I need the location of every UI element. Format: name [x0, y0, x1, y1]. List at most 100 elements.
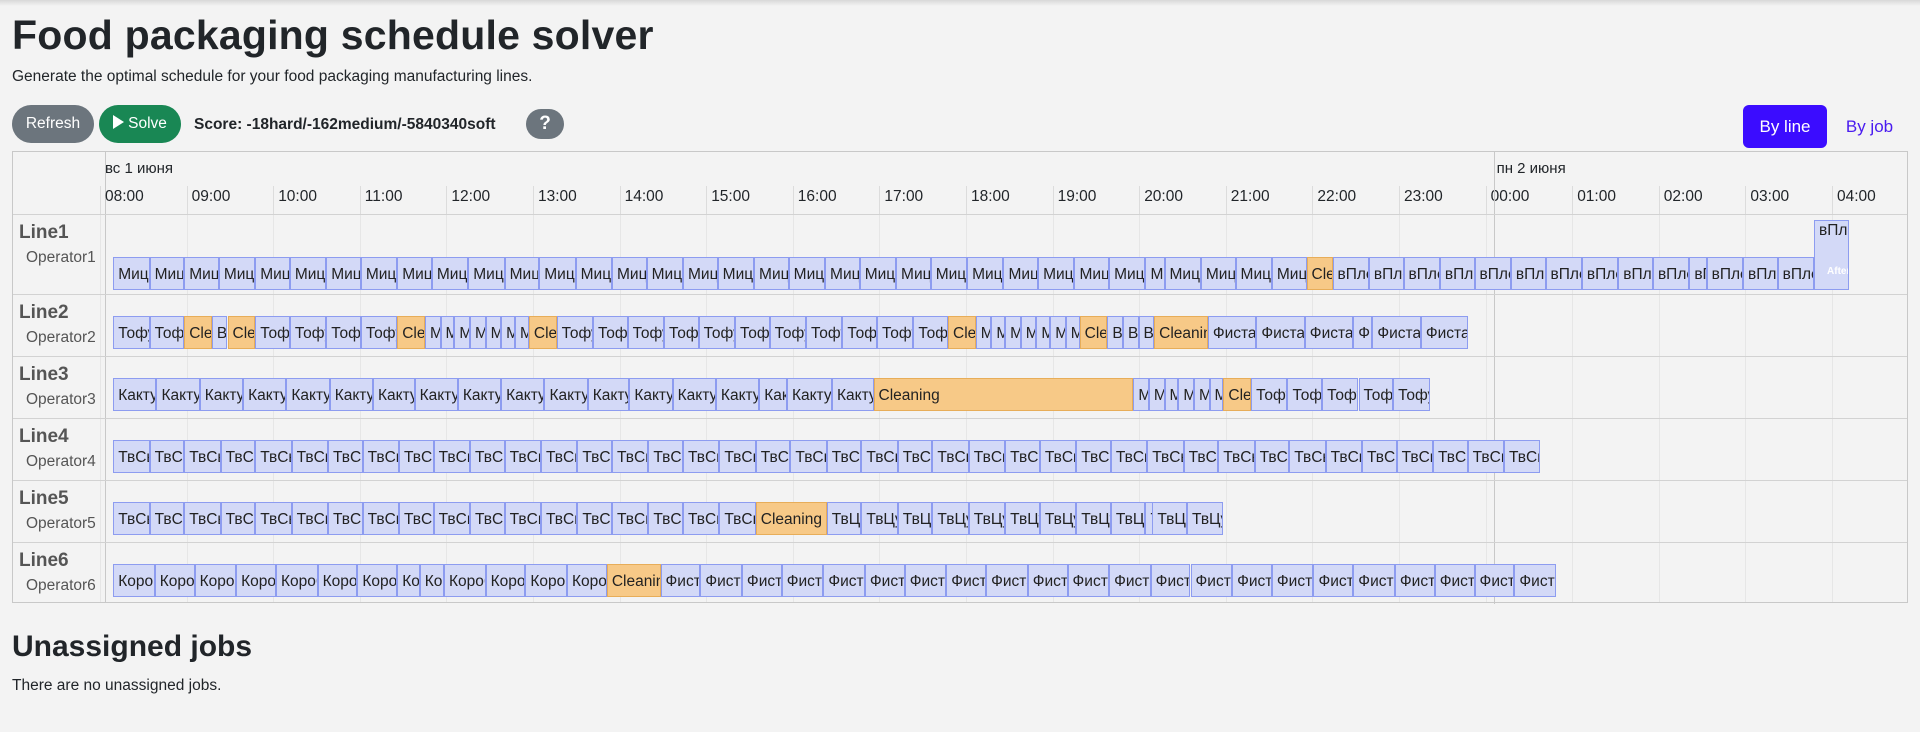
job-block[interactable]: Тофу	[326, 316, 361, 349]
refresh-button[interactable]: Refresh	[12, 105, 94, 143]
job-block[interactable]: Мёд	[1036, 316, 1051, 349]
job-block[interactable]: ТвСыр	[113, 440, 150, 473]
job-block[interactable]: Тофу	[255, 316, 290, 349]
job-block[interactable]: Кактус	[286, 378, 330, 411]
job-block[interactable]: вПлёнке	[1689, 257, 1707, 290]
job-block[interactable]: Мицелий	[360, 257, 398, 290]
job-block[interactable]: ТвСыр	[255, 502, 292, 535]
job-block[interactable]: Мицелий	[646, 257, 683, 290]
job-block[interactable]: Мицелий	[683, 257, 718, 290]
job-block[interactable]: Тофу	[592, 316, 628, 349]
job-block[interactable]: Мицелий	[859, 257, 897, 290]
tab-by-line[interactable]: By line	[1743, 105, 1827, 148]
job-block[interactable]: Мицелий	[113, 257, 150, 290]
job-block[interactable]: Мицелий	[1074, 257, 1110, 290]
job-block[interactable]: ТвЦук	[968, 502, 1006, 535]
job-block[interactable]: Мицелий	[967, 257, 1004, 290]
job-block[interactable]: ТвСыр	[1361, 440, 1397, 473]
job-block[interactable]: Короб	[397, 564, 420, 597]
job-block[interactable]: Короб	[317, 564, 358, 597]
job-block[interactable]: Фисташка	[1372, 316, 1421, 349]
job-block[interactable]: Мицелий	[255, 257, 290, 290]
job-block[interactable]: вПлёнке	[1618, 257, 1653, 290]
job-block[interactable]: Тофу	[360, 316, 398, 349]
job-block[interactable]: Фисташка	[781, 564, 824, 597]
job-block[interactable]: вПлёнке	[1332, 257, 1369, 290]
job-block[interactable]: Мицелий	[930, 257, 968, 290]
job-block[interactable]: Кактус	[329, 378, 373, 411]
job-block[interactable]: Мёд	[975, 316, 992, 349]
job-block[interactable]: ТвСыр	[577, 502, 612, 535]
job-block[interactable]: Тофу	[1393, 378, 1430, 411]
job-block[interactable]: ТвСыр	[433, 440, 470, 473]
job-block[interactable]: ТвЦук	[1076, 502, 1111, 535]
job-block[interactable]: Короб	[194, 564, 237, 597]
job-block[interactable]: Тофу	[289, 316, 327, 349]
job-block[interactable]: Тофу	[698, 316, 735, 349]
job-block[interactable]: ТвСыр	[1005, 440, 1040, 473]
job-block[interactable]: ТвСыр	[1396, 440, 1433, 473]
job-block[interactable]: Кактус	[414, 378, 458, 411]
job-block[interactable]: ТвСыр	[433, 502, 470, 535]
job-block[interactable]: вПлёнке After	[1814, 220, 1849, 290]
job-block[interactable]: Короб	[525, 564, 567, 597]
help-button[interactable]: ?	[526, 109, 564, 139]
job-block[interactable]: ТвЦук	[861, 502, 898, 535]
job-block[interactable]: ТвСыр	[504, 440, 541, 473]
job-block[interactable]: Тофу	[842, 316, 877, 349]
job-block[interactable]: вПлёнке	[1652, 257, 1690, 290]
job-block[interactable]: Фисташка	[1067, 564, 1110, 597]
job-block[interactable]: Фисташка	[1434, 564, 1475, 597]
job-block[interactable]: Мицелий	[218, 257, 256, 290]
job-block[interactable]: Тофу	[1287, 378, 1323, 411]
tab-by-job[interactable]: By job	[1843, 105, 1896, 148]
job-block[interactable]: Мицелий	[788, 257, 826, 290]
job-block[interactable]: Мёд	[469, 316, 486, 349]
job-block[interactable]: ТвСыр	[291, 440, 328, 473]
job-block[interactable]: вПлёнке	[1439, 257, 1475, 290]
job-block[interactable]: Фисташка	[1150, 564, 1191, 597]
job-block[interactable]: ТвЦук	[1005, 502, 1040, 535]
job-block[interactable]: ТвСыр	[184, 502, 221, 535]
job-block[interactable]: Фисташка	[1190, 564, 1233, 597]
job-block[interactable]: ТвСыр	[398, 502, 434, 535]
job-block[interactable]: Мицелий	[504, 257, 540, 290]
job-block[interactable]: ТвСыр	[1254, 440, 1290, 473]
job-block[interactable]: ТвЦук	[1187, 502, 1224, 535]
job-block[interactable]: Кактус	[629, 378, 673, 411]
job-block[interactable]: Тофу	[627, 316, 664, 349]
job-block[interactable]: ТвСыр	[1432, 440, 1468, 473]
job-block[interactable]: ТвСыр	[1325, 440, 1362, 473]
job-block[interactable]: ТвЦук	[932, 502, 969, 535]
job-block[interactable]: Кактус	[587, 378, 630, 411]
job-block[interactable]: Короб	[154, 564, 195, 597]
job-block[interactable]: Мёд	[1148, 378, 1165, 411]
job-block[interactable]: Мицелий	[612, 257, 647, 290]
job-block[interactable]: Мёд	[991, 316, 1006, 349]
cleaning-block[interactable]: Cleaning	[606, 564, 661, 597]
job-block[interactable]: Фисташка	[1353, 564, 1395, 597]
job-block[interactable]: ТвСыр	[755, 440, 791, 473]
cleaning-block[interactable]: Cleaning	[1079, 316, 1108, 349]
job-block[interactable]: вПлёнке	[1545, 257, 1582, 290]
job-block[interactable]: ТвСыр	[612, 440, 649, 473]
job-block[interactable]: Мёд	[424, 316, 441, 349]
job-block[interactable]: Короб	[566, 564, 607, 597]
job-block[interactable]: Мицелий	[289, 257, 327, 290]
job-block[interactable]: Мёд	[1193, 378, 1210, 411]
job-block[interactable]: Короб	[419, 564, 444, 597]
job-block[interactable]: Кактус	[831, 378, 874, 411]
job-block[interactable]: Короб	[357, 564, 398, 597]
job-block[interactable]: Фисташка	[700, 564, 742, 597]
job-block[interactable]: Мицелий	[1271, 257, 1307, 290]
job-block[interactable]: ТвСыр	[1039, 440, 1077, 473]
job-block[interactable]: ТвСыр	[648, 502, 683, 535]
job-block[interactable]: ТвСыр	[683, 502, 720, 535]
job-block[interactable]: Мёд	[1005, 316, 1021, 349]
job-block[interactable]: ТвЦук	[1152, 502, 1188, 535]
job-block[interactable]: Кактус	[113, 378, 157, 411]
job-block[interactable]: Мёд	[1050, 316, 1066, 349]
job-block[interactable]: ТвСыр	[612, 502, 649, 535]
job-block[interactable]: ТвСыр	[577, 440, 612, 473]
job-block[interactable]: ТвСыр	[220, 502, 256, 535]
